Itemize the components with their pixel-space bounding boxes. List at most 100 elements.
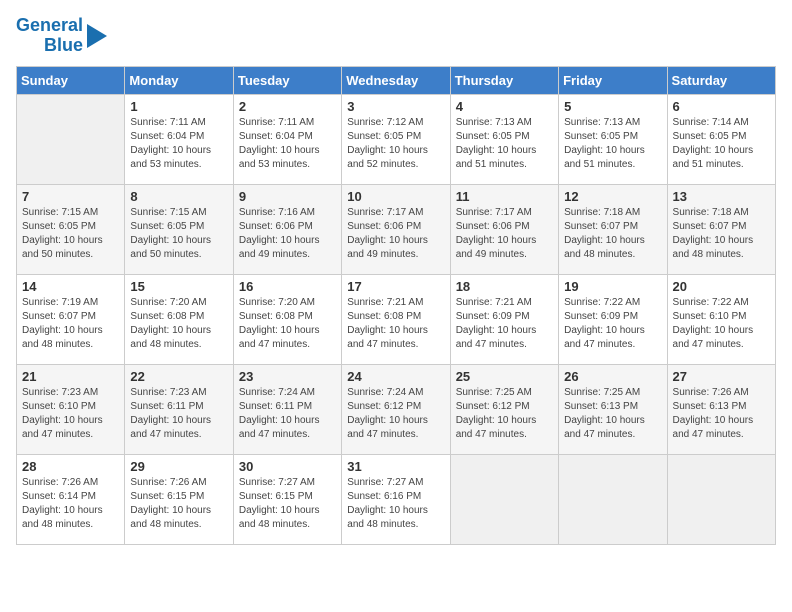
day-number: 11 xyxy=(456,189,553,204)
day-info: Sunrise: 7:23 AM Sunset: 6:11 PM Dayligh… xyxy=(130,386,227,442)
calendar-cell: 1 Sunrise: 7:11 AM Sunset: 6:04 PM Daylig… xyxy=(125,94,233,184)
day-info: Sunrise: 7:20 AM Sunset: 6:08 PM Dayligh… xyxy=(130,296,227,352)
calendar-cell: 10 Sunrise: 7:17 AM Sunset: 6:06 PM Dayli… xyxy=(342,184,450,274)
logo-line2: Blue xyxy=(44,36,83,56)
day-number: 10 xyxy=(347,189,444,204)
day-info: Sunrise: 7:26 AM Sunset: 6:15 PM Dayligh… xyxy=(130,476,227,532)
day-number: 22 xyxy=(130,369,227,384)
day-info: Sunrise: 7:24 AM Sunset: 6:11 PM Dayligh… xyxy=(239,386,336,442)
day-number: 14 xyxy=(22,279,119,294)
calendar-cell: 20Sunrise: 7:22 AM Sunset: 6:10 PM Dayli… xyxy=(667,274,775,364)
day-number: 31 xyxy=(347,459,444,474)
day-info: Sunrise: 7:25 AM Sunset: 6:13 PM Dayligh… xyxy=(564,386,661,442)
day-info: Sunrise: 7:22 AM Sunset: 6:09 PM Dayligh… xyxy=(564,296,661,352)
day-number: 8 xyxy=(130,189,227,204)
day-number: 6 xyxy=(673,99,770,114)
day-number: 12 xyxy=(564,189,661,204)
calendar-cell: 13 Sunrise: 7:18 AM Sunset: 6:07 PM Dayli… xyxy=(667,184,775,274)
calendar-cell: 29 Sunrise: 7:26 AM Sunset: 6:15 PM Dayli… xyxy=(125,454,233,544)
day-info: Sunrise: 7:16 AM Sunset: 6:06 PM Dayligh… xyxy=(239,206,336,262)
day-info: Sunrise: 7:11 AM Sunset: 6:04 PM Dayligh… xyxy=(239,116,336,172)
calendar-cell: 6 Sunrise: 7:14 AM Sunset: 6:05 PM Daylig… xyxy=(667,94,775,184)
calendar-cell: 15 Sunrise: 7:20 AM Sunset: 6:08 PM Dayli… xyxy=(125,274,233,364)
day-info: Sunrise: 7:11 AM Sunset: 6:04 PM Dayligh… xyxy=(130,116,227,172)
day-number: 29 xyxy=(130,459,227,474)
calendar-cell: 27 Sunrise: 7:26 AM Sunset: 6:13 PM Dayli… xyxy=(667,364,775,454)
calendar-week-row: 1 Sunrise: 7:11 AM Sunset: 6:04 PM Daylig… xyxy=(17,94,776,184)
calendar-cell: 8 Sunrise: 7:15 AM Sunset: 6:05 PM Daylig… xyxy=(125,184,233,274)
calendar-cell xyxy=(450,454,558,544)
day-number: 26 xyxy=(564,369,661,384)
day-header-saturday: Saturday xyxy=(667,66,775,94)
day-number: 28 xyxy=(22,459,119,474)
calendar-cell: 3Sunrise: 7:12 AM Sunset: 6:05 PM Daylig… xyxy=(342,94,450,184)
calendar-week-row: 28 Sunrise: 7:26 AM Sunset: 6:14 PM Dayli… xyxy=(17,454,776,544)
day-info: Sunrise: 7:23 AM Sunset: 6:10 PM Dayligh… xyxy=(22,386,119,442)
day-info: Sunrise: 7:21 AM Sunset: 6:09 PM Dayligh… xyxy=(456,296,553,352)
day-number: 20 xyxy=(673,279,770,294)
day-info: Sunrise: 7:20 AM Sunset: 6:08 PM Dayligh… xyxy=(239,296,336,352)
day-info: Sunrise: 7:18 AM Sunset: 6:07 PM Dayligh… xyxy=(564,206,661,262)
calendar-cell: 9Sunrise: 7:16 AM Sunset: 6:06 PM Daylig… xyxy=(233,184,341,274)
day-number: 24 xyxy=(347,369,444,384)
day-number: 30 xyxy=(239,459,336,474)
calendar-cell xyxy=(17,94,125,184)
calendar-cell: 2 Sunrise: 7:11 AM Sunset: 6:04 PM Daylig… xyxy=(233,94,341,184)
day-header-monday: Monday xyxy=(125,66,233,94)
day-number: 25 xyxy=(456,369,553,384)
day-header-sunday: Sunday xyxy=(17,66,125,94)
calendar-cell xyxy=(559,454,667,544)
calendar-week-row: 14 Sunrise: 7:19 AM Sunset: 6:07 PM Dayli… xyxy=(17,274,776,364)
day-number: 21 xyxy=(22,369,119,384)
calendar-cell: 25 Sunrise: 7:25 AM Sunset: 6:12 PM Dayli… xyxy=(450,364,558,454)
day-info: Sunrise: 7:21 AM Sunset: 6:08 PM Dayligh… xyxy=(347,296,444,352)
day-info: Sunrise: 7:19 AM Sunset: 6:07 PM Dayligh… xyxy=(22,296,119,352)
day-header-wednesday: Wednesday xyxy=(342,66,450,94)
logo: General Blue xyxy=(16,16,109,56)
day-info: Sunrise: 7:26 AM Sunset: 6:14 PM Dayligh… xyxy=(22,476,119,532)
day-number: 5 xyxy=(564,99,661,114)
day-info: Sunrise: 7:15 AM Sunset: 6:05 PM Dayligh… xyxy=(22,206,119,262)
day-number: 7 xyxy=(22,189,119,204)
calendar-cell: 19 Sunrise: 7:22 AM Sunset: 6:09 PM Dayli… xyxy=(559,274,667,364)
calendar-cell: 12 Sunrise: 7:18 AM Sunset: 6:07 PM Dayli… xyxy=(559,184,667,274)
day-number: 16 xyxy=(239,279,336,294)
day-info: Sunrise: 7:13 AM Sunset: 6:05 PM Dayligh… xyxy=(564,116,661,172)
day-number: 15 xyxy=(130,279,227,294)
day-info: Sunrise: 7:18 AM Sunset: 6:07 PM Dayligh… xyxy=(673,206,770,262)
day-header-tuesday: Tuesday xyxy=(233,66,341,94)
day-info: Sunrise: 7:26 AM Sunset: 6:13 PM Dayligh… xyxy=(673,386,770,442)
calendar-cell: 23 Sunrise: 7:24 AM Sunset: 6:11 PM Dayli… xyxy=(233,364,341,454)
calendar-header-row: SundayMondayTuesdayWednesdayThursdayFrid… xyxy=(17,66,776,94)
calendar-cell: 14 Sunrise: 7:19 AM Sunset: 6:07 PM Dayli… xyxy=(17,274,125,364)
day-info: Sunrise: 7:12 AM Sunset: 6:05 PM Dayligh… xyxy=(347,116,444,172)
day-number: 13 xyxy=(673,189,770,204)
calendar-cell: 4Sunrise: 7:13 AM Sunset: 6:05 PM Daylig… xyxy=(450,94,558,184)
calendar-cell: 24 Sunrise: 7:24 AM Sunset: 6:12 PM Dayli… xyxy=(342,364,450,454)
day-number: 2 xyxy=(239,99,336,114)
calendar-cell: 17Sunrise: 7:21 AM Sunset: 6:08 PM Dayli… xyxy=(342,274,450,364)
day-info: Sunrise: 7:14 AM Sunset: 6:05 PM Dayligh… xyxy=(673,116,770,172)
day-info: Sunrise: 7:27 AM Sunset: 6:15 PM Dayligh… xyxy=(239,476,336,532)
day-info: Sunrise: 7:25 AM Sunset: 6:12 PM Dayligh… xyxy=(456,386,553,442)
day-info: Sunrise: 7:15 AM Sunset: 6:05 PM Dayligh… xyxy=(130,206,227,262)
calendar-cell: 18Sunrise: 7:21 AM Sunset: 6:09 PM Dayli… xyxy=(450,274,558,364)
day-header-friday: Friday xyxy=(559,66,667,94)
logo-arrow-icon xyxy=(87,22,109,50)
day-info: Sunrise: 7:27 AM Sunset: 6:16 PM Dayligh… xyxy=(347,476,444,532)
day-number: 23 xyxy=(239,369,336,384)
calendar-cell: 21 Sunrise: 7:23 AM Sunset: 6:10 PM Dayli… xyxy=(17,364,125,454)
calendar-table: SundayMondayTuesdayWednesdayThursdayFrid… xyxy=(16,66,776,545)
calendar-week-row: 21 Sunrise: 7:23 AM Sunset: 6:10 PM Dayli… xyxy=(17,364,776,454)
day-info: Sunrise: 7:17 AM Sunset: 6:06 PM Dayligh… xyxy=(456,206,553,262)
calendar-cell: 5 Sunrise: 7:13 AM Sunset: 6:05 PM Daylig… xyxy=(559,94,667,184)
day-number: 27 xyxy=(673,369,770,384)
calendar-cell: 26 Sunrise: 7:25 AM Sunset: 6:13 PM Dayli… xyxy=(559,364,667,454)
day-number: 1 xyxy=(130,99,227,114)
calendar-cell: 16 Sunrise: 7:20 AM Sunset: 6:08 PM Dayli… xyxy=(233,274,341,364)
day-info: Sunrise: 7:24 AM Sunset: 6:12 PM Dayligh… xyxy=(347,386,444,442)
day-info: Sunrise: 7:17 AM Sunset: 6:06 PM Dayligh… xyxy=(347,206,444,262)
day-number: 19 xyxy=(564,279,661,294)
day-number: 4 xyxy=(456,99,553,114)
calendar-week-row: 7 Sunrise: 7:15 AM Sunset: 6:05 PM Daylig… xyxy=(17,184,776,274)
